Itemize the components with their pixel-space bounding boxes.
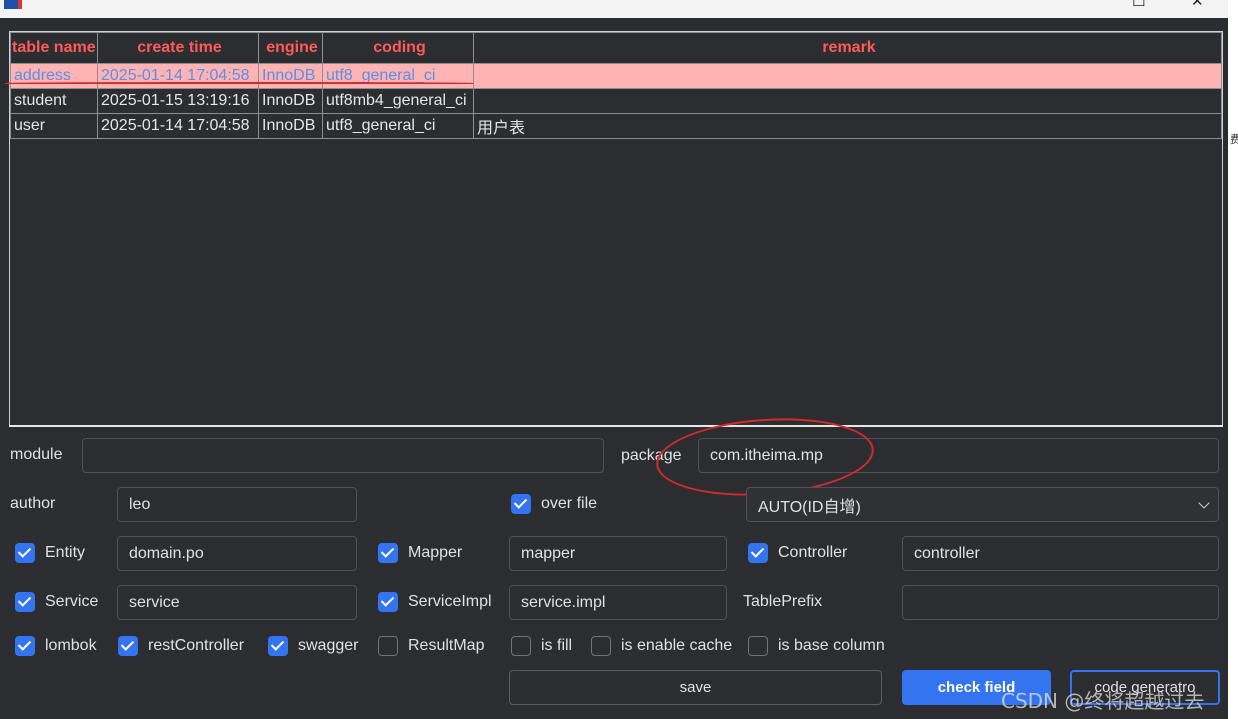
enable-cache-label: is enable cache bbox=[621, 637, 733, 654]
annotation-underline bbox=[5, 82, 473, 84]
cell-remark[interactable] bbox=[473, 63, 1222, 89]
maximize-icon[interactable]: ☐ bbox=[1132, 0, 1145, 9]
table-prefix-input[interactable] bbox=[902, 585, 1219, 620]
generator-window: table name create time engine coding rem… bbox=[0, 18, 1228, 719]
table-list: table name create time engine coding rem… bbox=[10, 32, 1222, 139]
column-header-remark[interactable]: remark bbox=[473, 32, 1222, 64]
background-window-edge: 费 bbox=[1228, 0, 1238, 719]
id-type-value: AUTO(ID自增) bbox=[758, 498, 861, 516]
controller-input[interactable]: controller bbox=[902, 536, 1219, 571]
entity-input[interactable]: domain.po bbox=[117, 536, 357, 571]
column-header-coding[interactable]: coding bbox=[322, 32, 474, 64]
mapper-input[interactable]: mapper bbox=[509, 536, 727, 571]
rest-controller-label: restController bbox=[148, 637, 245, 654]
cell-coding[interactable]: utf8mb4_general_ci bbox=[322, 88, 474, 114]
service-checkbox[interactable] bbox=[15, 592, 35, 612]
swagger-checkbox[interactable] bbox=[268, 636, 288, 656]
lombok-label: lombok bbox=[45, 637, 97, 654]
mapper-checkbox[interactable] bbox=[378, 543, 398, 563]
table-row[interactable]: user 2025-01-14 17:04:58 InnoDB utf8_gen… bbox=[10, 113, 1222, 139]
author-label: author bbox=[10, 495, 56, 512]
chevron-down-icon[interactable] bbox=[1198, 497, 1210, 509]
base-column-checkbox[interactable] bbox=[748, 636, 768, 656]
is-fill-checkbox[interactable] bbox=[511, 636, 531, 656]
cell-create-time[interactable]: 2025-01-15 13:19:16 bbox=[97, 88, 259, 114]
lombok-checkbox[interactable] bbox=[15, 636, 35, 656]
over-file-label: over file bbox=[541, 495, 598, 512]
controller-checkbox[interactable] bbox=[748, 543, 768, 563]
cell-create-time[interactable]: 2025-01-14 17:04:58 bbox=[97, 63, 259, 89]
cell-coding[interactable]: utf8_general_ci bbox=[322, 63, 474, 89]
service-impl-input[interactable]: service.impl bbox=[509, 585, 727, 620]
title-bar: ☐ ✕ bbox=[0, 0, 1238, 18]
over-file-checkbox[interactable] bbox=[511, 494, 531, 514]
cell-engine[interactable]: InnoDB bbox=[258, 63, 323, 89]
entity-label: Entity bbox=[45, 544, 86, 561]
column-header-create-time[interactable]: create time bbox=[97, 32, 259, 64]
table-header-row: table name create time engine coding rem… bbox=[10, 32, 1222, 64]
cell-create-time[interactable]: 2025-01-14 17:04:58 bbox=[97, 113, 259, 139]
module-label: module bbox=[10, 446, 63, 463]
base-column-label: is base column bbox=[778, 637, 885, 654]
rest-controller-checkbox[interactable] bbox=[118, 636, 138, 656]
is-fill-label: is fill bbox=[541, 637, 573, 654]
table-prefix-label: TablePrefix bbox=[743, 593, 823, 610]
cell-table-name[interactable]: user bbox=[10, 113, 98, 139]
column-header-table-name[interactable]: table name bbox=[10, 32, 98, 64]
enable-cache-checkbox[interactable] bbox=[591, 636, 611, 656]
cell-remark[interactable]: 用户表 bbox=[473, 113, 1222, 139]
controller-label: Controller bbox=[778, 544, 848, 561]
app-icon bbox=[4, 0, 22, 9]
table-divider bbox=[9, 425, 1223, 427]
table-list-panel: table name create time engine coding rem… bbox=[9, 31, 1223, 427]
result-map-label: ResultMap bbox=[408, 637, 485, 654]
cell-remark[interactable] bbox=[473, 88, 1222, 114]
save-button[interactable]: save bbox=[509, 670, 882, 705]
entity-checkbox[interactable] bbox=[15, 543, 35, 563]
cell-engine[interactable]: InnoDB bbox=[258, 113, 323, 139]
cell-coding[interactable]: utf8_general_ci bbox=[322, 113, 474, 139]
service-impl-label: ServiceImpl bbox=[408, 593, 492, 610]
author-input[interactable]: leo bbox=[117, 487, 357, 522]
background-window-glyph: 费 bbox=[1230, 133, 1238, 146]
cell-table-name[interactable]: address bbox=[10, 63, 98, 89]
watermark: CSDN @终将超越过去 bbox=[1001, 689, 1205, 713]
cell-engine[interactable]: InnoDB bbox=[258, 88, 323, 114]
result-map-checkbox[interactable] bbox=[378, 636, 398, 656]
table-row[interactable]: address 2025-01-14 17:04:58 InnoDB utf8_… bbox=[10, 63, 1222, 89]
service-impl-checkbox[interactable] bbox=[378, 592, 398, 612]
swagger-label: swagger bbox=[298, 637, 359, 654]
column-header-engine[interactable]: engine bbox=[258, 32, 323, 64]
service-label: Service bbox=[45, 593, 99, 610]
service-input[interactable]: service bbox=[117, 585, 357, 620]
table-row[interactable]: student 2025-01-15 13:19:16 InnoDB utf8m… bbox=[10, 88, 1222, 114]
mapper-label: Mapper bbox=[408, 544, 463, 561]
id-type-select[interactable]: AUTO(ID自增) bbox=[746, 487, 1219, 522]
close-icon[interactable]: ✕ bbox=[1191, 0, 1204, 9]
module-input[interactable] bbox=[82, 438, 604, 473]
cell-table-name[interactable]: student bbox=[10, 88, 98, 114]
